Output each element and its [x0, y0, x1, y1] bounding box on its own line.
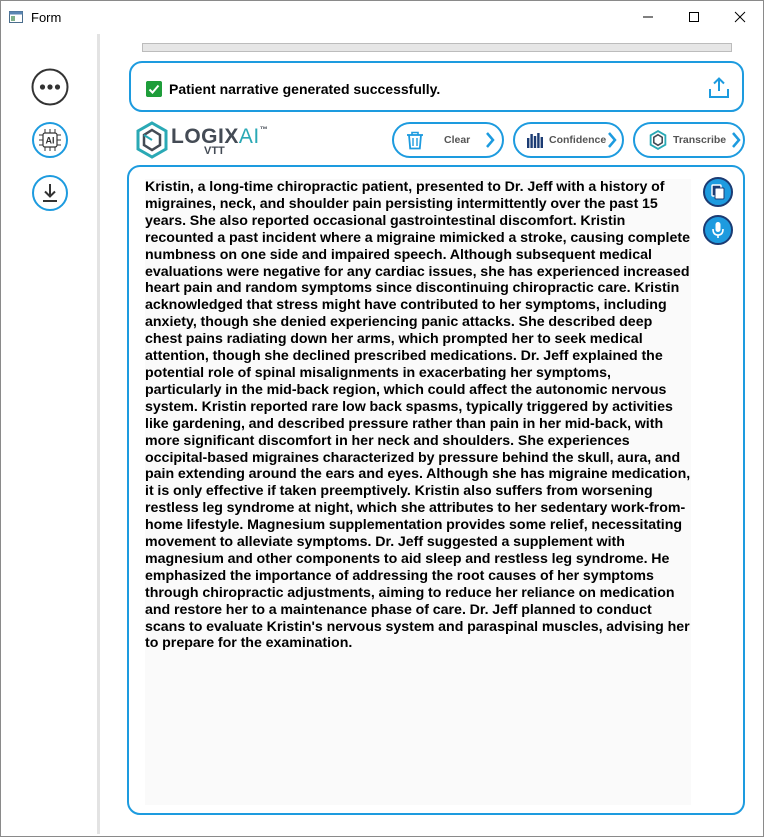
- status-card: Patient narrative generated successfully…: [129, 61, 744, 112]
- narrative-textarea[interactable]: Kristin, a long-time chiropractic patien…: [145, 179, 691, 805]
- transcribe-label: Transcribe: [673, 134, 727, 146]
- upload-icon: [709, 77, 729, 98]
- copy-button[interactable]: [703, 177, 733, 207]
- download-button[interactable]: [31, 174, 69, 212]
- confidence-button[interactable]: Confidence: [513, 122, 624, 158]
- window-title: Form: [31, 10, 62, 25]
- ai-chip-icon: AI: [32, 122, 68, 158]
- minimize-icon: [643, 16, 653, 18]
- chevron-right-icon: [486, 132, 495, 148]
- transcribe-button[interactable]: Transcribe: [633, 122, 745, 158]
- sidebar-divider: [97, 34, 100, 834]
- close-icon: [734, 11, 746, 23]
- more-options-button[interactable]: [30, 67, 70, 107]
- bar-chart-icon: [527, 133, 543, 148]
- ai-button[interactable]: AI: [31, 121, 69, 159]
- chevron-right-icon: [732, 132, 741, 148]
- maximize-icon: [689, 12, 699, 22]
- confidence-label: Confidence: [549, 134, 607, 146]
- minimize-button[interactable]: [625, 1, 671, 33]
- chevron-right-icon: [608, 132, 617, 148]
- download-icon: [32, 175, 68, 211]
- logo-mark-icon: [136, 121, 168, 159]
- title-bar[interactable]: Form: [1, 1, 763, 33]
- clear-label: Clear: [444, 134, 471, 146]
- more-horizontal-icon: [31, 68, 69, 106]
- microphone-icon: [703, 215, 733, 245]
- ai-chip-label: AI: [46, 136, 55, 146]
- logo-tm: ™: [259, 125, 269, 134]
- logo-subtitle: VTT: [204, 145, 225, 157]
- patient-narrative-text: Kristin, a long-time chiropractic patien…: [145, 179, 691, 652]
- progress-bar: [142, 43, 732, 52]
- microphone-button[interactable]: [703, 215, 733, 245]
- form-window: Form AI Patient narrative generated succ…: [0, 0, 764, 837]
- maximize-button[interactable]: [671, 1, 717, 33]
- upload-button[interactable]: [707, 76, 731, 100]
- app-icon: [9, 11, 23, 23]
- status-message: Patient narrative generated successfully…: [169, 81, 441, 97]
- close-button[interactable]: [717, 1, 763, 33]
- logix-ai-vtt-logo: LOGIXAI™ VTT: [135, 121, 268, 159]
- trash-icon: [407, 131, 423, 150]
- clear-button[interactable]: Clear: [392, 122, 504, 158]
- check-icon: [146, 81, 162, 97]
- logo-mark-icon: [649, 130, 667, 150]
- narrative-card: Kristin, a long-time chiropractic patien…: [127, 165, 745, 815]
- logo-ai: AI: [238, 125, 260, 148]
- copy-icon: [703, 177, 733, 207]
